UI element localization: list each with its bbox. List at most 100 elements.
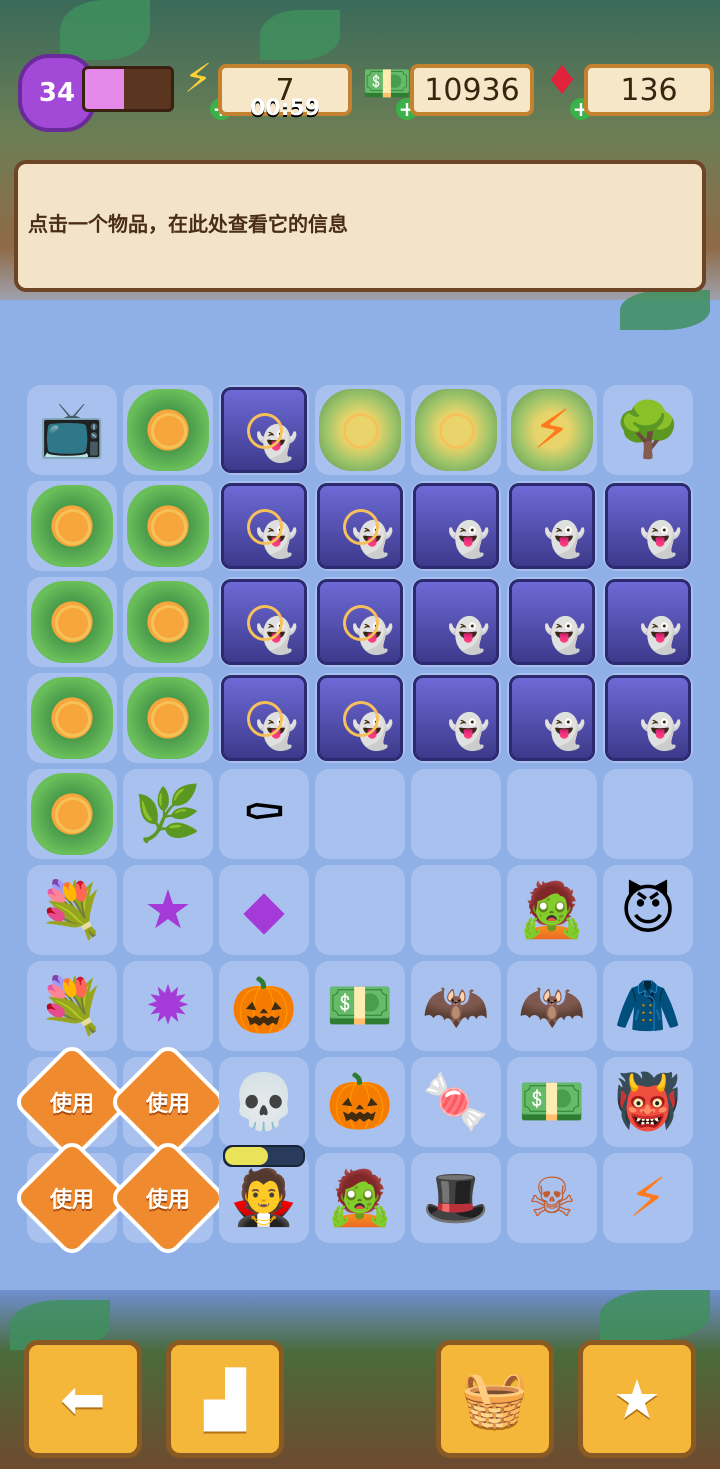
board-cell[interactable]: 使用 [11,1041,133,1163]
board-cell[interactable] [123,385,213,475]
board-cell[interactable]: 👻 [315,577,405,667]
level-value: 34 [38,78,76,108]
board-cell[interactable] [123,673,213,763]
board-cell[interactable]: 👻 [315,481,405,571]
board-cell[interactable]: 👻 [603,481,693,571]
bat-staff-icon: 🦇 [422,974,490,1037]
board-cell-empty[interactable] [411,865,501,955]
decor-leaf [60,0,150,60]
board-cell[interactable]: 💵 [507,1057,597,1147]
board-cell[interactable]: 💐 [27,865,117,955]
board-cell[interactable]: 👻 [219,385,309,475]
red-imp-icon: 👹 [614,1070,682,1133]
ghost-icon: 👻 [639,712,682,752]
ghost-icon: 👻 [639,616,682,656]
bat-staff-icon: 🦇 [518,974,586,1037]
purple-gem-icon: ◆ [243,878,285,941]
ghost-icon: 👻 [447,616,490,656]
board-cell[interactable]: 👻 [315,673,405,763]
board-cell[interactable]: ★ [123,865,213,955]
board-cell[interactable]: 🌳 [603,385,693,475]
quests-button[interactable]: ★ [578,1340,696,1458]
board-cell[interactable]: 💵 [315,961,405,1051]
small-pumpkin-icon: 🎃 [230,974,298,1037]
board-cell[interactable] [27,481,117,571]
board-cell[interactable]: 👻 [219,481,309,571]
board-cell[interactable]: 😈 [603,865,693,955]
board-cell[interactable]: 使用 [11,1137,133,1259]
board-cell[interactable]: 💐 [27,961,117,1051]
board-cell-empty[interactable] [411,769,501,859]
board-cell[interactable]: 使用 [107,1137,229,1259]
board-cell[interactable]: 👻 [507,673,597,763]
board-cell[interactable] [123,577,213,667]
basket-icon: 🧺 [461,1367,529,1430]
board-cell-empty[interactable] [507,769,597,859]
use-item-label: 使用 [49,1091,95,1117]
board-cell[interactable]: ☠ [507,1153,597,1243]
locked-ring-icon [343,509,379,545]
flower-basket-icon: 💐 [38,974,106,1037]
ghost-coffin-item: 👻 [509,579,595,665]
zombie-head-icon: 🧟 [518,878,586,941]
use-item-button[interactable]: 使用 [107,1137,229,1259]
board-cell[interactable] [315,385,405,475]
locked-ring-icon [151,413,187,449]
ghost-coffin-item: 👻 [413,579,499,665]
gem-value: 136 [620,72,678,108]
board-cell[interactable]: 🧟 [507,865,597,955]
board-cell[interactable]: 👻 [219,673,309,763]
board-cell[interactable] [123,481,213,571]
board-cell[interactable]: 👻 [411,673,501,763]
board-cell[interactable]: 👻 [219,577,309,667]
item-info-panel: 点击一个物品，在此处查看它的信息 [14,160,706,292]
ghost-icon: 👻 [447,520,490,560]
board-cell[interactable]: 👻 [507,577,597,667]
board-cell[interactable]: 🧟 [315,1153,405,1243]
board-cell[interactable]: 🦇 [507,961,597,1051]
board-cell[interactable]: 🎃 [315,1057,405,1147]
board-cell[interactable]: 👻 [507,481,597,571]
board-cell[interactable]: 🍬 [411,1057,501,1147]
board-cell[interactable]: 🧥 [603,961,693,1051]
board-cell[interactable]: ⚡ [507,385,597,475]
board-cell[interactable] [27,577,117,667]
board-cell[interactable]: 📺 [27,385,117,475]
board-cell[interactable]: ◆ [219,865,309,955]
board-cell[interactable]: 🦇 [411,961,501,1051]
cash-small-icon: 💵 [518,1070,586,1133]
merge-board: 📺 👻 ⚡ 🌳 👻 👻 👻 👻 👻 👻 👻 👻 👻 👻 👻 👻 👻 👻 👻 🌿 ⚰ 💐 ★ ◆ 🧟 😈 💐 ✹ 🎃 💵 🦇 🦇 🧥 使用 使用 💀 🎃 🍬… [11,382,696,1259]
board-cell[interactable] [411,385,501,475]
xp-bar-fill [85,69,124,109]
board-cell[interactable]: 🎃 [219,961,309,1051]
purple-blob-icon: ✹ [145,974,191,1037]
shop-basket-button[interactable]: 🧺 [436,1340,554,1458]
board-cell[interactable]: ⚰ [219,769,309,859]
decor-leaf [620,290,710,330]
board-cell[interactable]: 👻 [411,481,501,571]
board-cell-empty[interactable] [603,769,693,859]
board-cell[interactable]: ✹ [123,961,213,1051]
board-cell[interactable]: 🎩 [411,1153,501,1243]
board-cell[interactable] [27,673,117,763]
board-cell-empty[interactable] [315,769,405,859]
board-cell[interactable]: 👻 [603,673,693,763]
board-cell[interactable]: 👹 [603,1057,693,1147]
cloak-icon: 🧥 [614,974,682,1037]
board-cell[interactable]: ⚡ [603,1153,693,1243]
board-cell[interactable]: 🌿 [123,769,213,859]
board-cell[interactable]: 使用 [107,1041,229,1163]
cash-counter: 10936 [410,64,534,116]
back-button[interactable]: ⬅ [24,1340,142,1458]
podium-icon: ▟ [204,1367,246,1431]
board-cell-empty[interactable] [315,865,405,955]
locked-ring-icon [247,413,283,449]
leaderboard-button[interactable]: ▟ [166,1340,284,1458]
board-cell[interactable] [27,769,117,859]
board-cell[interactable]: 👻 [603,577,693,667]
scarecrow-witch-icon: 🎃 [326,1070,394,1133]
board-cell[interactable]: 💀 [219,1057,309,1147]
board-cell[interactable]: 👻 [411,577,501,667]
ghost-icon: 👻 [447,712,490,752]
board-cell[interactable]: 🧛 [219,1145,309,1243]
